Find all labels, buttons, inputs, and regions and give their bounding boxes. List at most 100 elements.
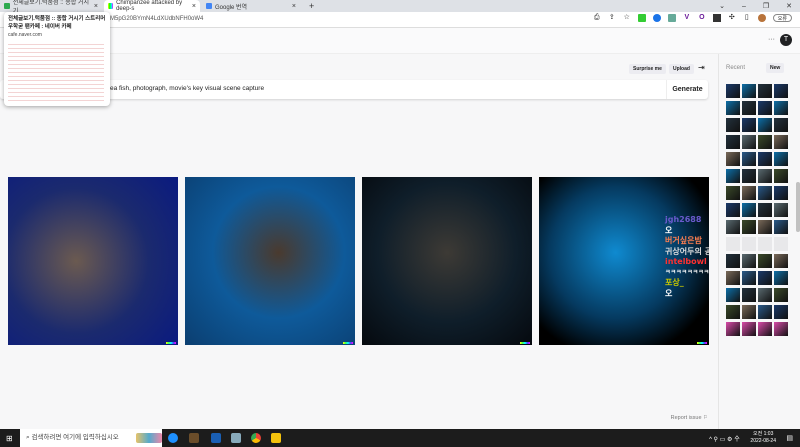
recent-thumbnail[interactable] bbox=[758, 152, 772, 166]
recent-thumbnail[interactable] bbox=[726, 101, 740, 115]
chrome-icon[interactable] bbox=[251, 433, 261, 443]
recent-thumbnail[interactable] bbox=[742, 271, 756, 285]
extension-icon[interactable] bbox=[667, 14, 676, 22]
close-window-icon[interactable]: ✕ bbox=[786, 2, 792, 10]
minimize-icon[interactable]: – bbox=[742, 3, 746, 10]
recent-thumbnail[interactable] bbox=[742, 237, 756, 251]
recent-thumbnail[interactable] bbox=[726, 305, 740, 319]
system-tray-icons[interactable]: ^ ⚲ ▭ ⚙ 㐃 bbox=[709, 434, 740, 443]
generated-image-3[interactable] bbox=[362, 177, 532, 345]
new-button[interactable]: New bbox=[766, 63, 785, 73]
tab-naver-cafe[interactable]: 전체글보기.턱품점 :: 종합 거시기× bbox=[0, 0, 102, 15]
recent-thumbnail[interactable] bbox=[758, 84, 772, 98]
recent-thumbnail[interactable] bbox=[742, 305, 756, 319]
recent-thumbnail[interactable] bbox=[758, 271, 772, 285]
recent-thumbnail[interactable] bbox=[774, 254, 788, 268]
generate-button[interactable]: Generate bbox=[666, 80, 708, 99]
generated-image-1[interactable] bbox=[8, 177, 178, 345]
bookmark-star-icon[interactable]: ☆ bbox=[623, 14, 631, 22]
recent-thumbnail[interactable] bbox=[774, 271, 788, 285]
v-app-icon[interactable] bbox=[211, 433, 221, 443]
clock[interactable]: 오전 1:03 2022-08-24 bbox=[750, 431, 776, 445]
recent-thumbnail[interactable] bbox=[758, 118, 772, 132]
recent-thumbnail[interactable] bbox=[726, 220, 740, 234]
url-field[interactable]: M5pG20BYmN4LdXUdbNFH0oW4 bbox=[110, 14, 245, 25]
v-extension-icon[interactable]: V bbox=[683, 14, 691, 22]
recent-thumbnail[interactable] bbox=[726, 237, 740, 251]
recent-thumbnail[interactable] bbox=[758, 135, 772, 149]
app-icon[interactable] bbox=[231, 433, 241, 443]
tab-google-translate[interactable]: Google 번역 × bbox=[202, 0, 300, 12]
recent-thumbnail[interactable] bbox=[774, 322, 788, 336]
recent-thumbnail[interactable] bbox=[758, 288, 772, 302]
recent-thumbnail[interactable] bbox=[758, 220, 772, 234]
close-tab-icon[interactable]: × bbox=[192, 3, 196, 10]
report-issue-link[interactable]: Report issue ⚐ bbox=[671, 415, 708, 421]
tab-search-icon[interactable]: ⌄ bbox=[719, 2, 725, 10]
minecraft-icon[interactable] bbox=[189, 433, 199, 443]
recent-thumbnail[interactable] bbox=[742, 203, 756, 217]
recent-thumbnail[interactable] bbox=[774, 169, 788, 183]
restore-icon[interactable]: ❐ bbox=[763, 2, 769, 10]
recent-thumbnail[interactable] bbox=[742, 322, 756, 336]
recent-thumbnail[interactable] bbox=[774, 135, 788, 149]
recent-thumbnail[interactable] bbox=[758, 305, 772, 319]
close-tab-icon[interactable]: × bbox=[292, 3, 296, 10]
new-tab-button[interactable]: + bbox=[305, 0, 318, 12]
generated-image-4[interactable]: jgh2688오 버거싶은밤귀상어두의 공격 intelbowlㅋㅋㅋㅋㅋㅋㅋㅋ… bbox=[539, 177, 709, 345]
recent-thumbnail[interactable] bbox=[726, 288, 740, 302]
recent-thumbnail[interactable] bbox=[726, 254, 740, 268]
edge-icon[interactable] bbox=[168, 433, 178, 443]
recent-thumbnail[interactable] bbox=[774, 152, 788, 166]
file-explorer-icon[interactable] bbox=[271, 433, 281, 443]
recent-thumbnail[interactable] bbox=[758, 322, 772, 336]
recent-thumbnail[interactable] bbox=[774, 288, 788, 302]
recent-thumbnail[interactable] bbox=[774, 237, 788, 251]
recent-thumbnail[interactable] bbox=[742, 288, 756, 302]
recent-thumbnail[interactable] bbox=[742, 220, 756, 234]
recent-thumbnail[interactable] bbox=[742, 152, 756, 166]
recent-thumbnail[interactable] bbox=[758, 186, 772, 200]
collapse-sidebar-icon[interactable]: ⇥ bbox=[698, 63, 705, 72]
upload-button[interactable]: Upload bbox=[669, 64, 694, 74]
recent-thumbnail[interactable] bbox=[726, 322, 740, 336]
recent-thumbnail[interactable] bbox=[726, 169, 740, 183]
recent-thumbnail[interactable] bbox=[742, 254, 756, 268]
extension-icon[interactable] bbox=[652, 14, 661, 22]
recent-thumbnail[interactable] bbox=[774, 203, 788, 217]
profile-avatar[interactable] bbox=[757, 14, 766, 22]
share-icon[interactable]: ⇪ bbox=[608, 14, 616, 22]
recent-thumbnail[interactable] bbox=[774, 84, 788, 98]
extension-icon[interactable] bbox=[637, 14, 646, 22]
recent-thumbnail[interactable] bbox=[726, 118, 740, 132]
recent-thumbnail[interactable] bbox=[742, 84, 756, 98]
close-tab-icon[interactable]: × bbox=[94, 3, 98, 10]
generated-image-2[interactable] bbox=[185, 177, 355, 345]
recent-thumbnail[interactable] bbox=[742, 169, 756, 183]
recent-thumbnail[interactable] bbox=[742, 118, 756, 132]
recent-thumbnail[interactable] bbox=[774, 220, 788, 234]
recent-thumbnail[interactable] bbox=[726, 152, 740, 166]
recent-thumbnail[interactable] bbox=[742, 135, 756, 149]
recent-thumbnail[interactable] bbox=[758, 254, 772, 268]
recent-thumbnail[interactable] bbox=[758, 101, 772, 115]
extension-icon[interactable] bbox=[712, 14, 721, 22]
recent-thumbnail[interactable] bbox=[742, 186, 756, 200]
side-panel-icon[interactable]: ▯ bbox=[743, 14, 751, 22]
recent-thumbnail[interactable] bbox=[742, 101, 756, 115]
recent-thumbnail[interactable] bbox=[726, 135, 740, 149]
install-icon[interactable]: ⎙ bbox=[593, 14, 601, 22]
profile-button[interactable]: 오류 bbox=[772, 14, 792, 22]
recent-thumbnail[interactable] bbox=[758, 237, 772, 251]
recent-thumbnail[interactable] bbox=[726, 203, 740, 217]
puzzle-extensions-icon[interactable]: ✣ bbox=[728, 14, 736, 22]
more-icon[interactable]: ··· bbox=[768, 36, 775, 43]
surprise-me-button[interactable]: Surprise me bbox=[629, 64, 666, 74]
recent-thumbnail[interactable] bbox=[726, 186, 740, 200]
recent-thumbnail[interactable] bbox=[774, 186, 788, 200]
notifications-icon[interactable]: ▤ bbox=[786, 434, 793, 442]
recent-thumbnail[interactable] bbox=[726, 84, 740, 98]
scrollbar[interactable] bbox=[796, 182, 800, 232]
tab-dalle[interactable]: Chimpanzee attacked by deep-s × bbox=[104, 0, 200, 12]
recent-thumbnail[interactable] bbox=[774, 305, 788, 319]
